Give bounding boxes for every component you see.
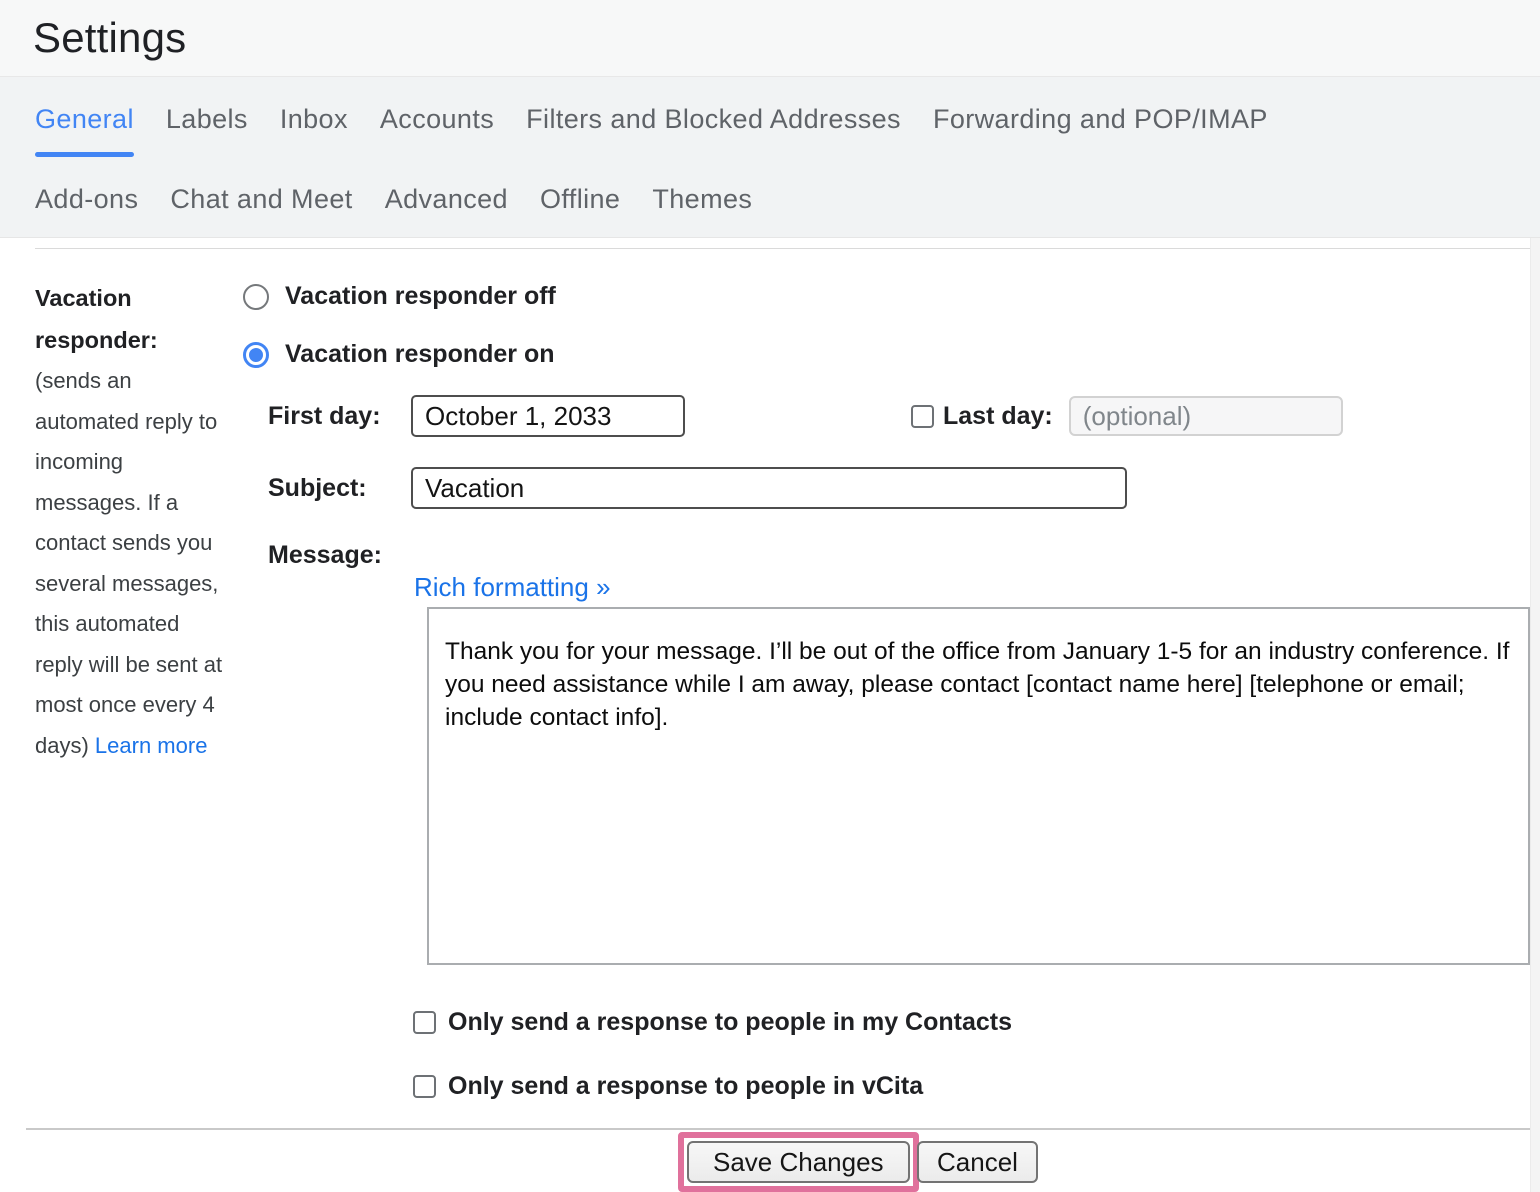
active-tab-underline [35,152,134,157]
tab-forwarding-pop-imap[interactable]: Forwarding and POP/IMAP [917,104,1284,135]
settings-tab-bar: General Labels Inbox Accounts Filters an… [0,77,1540,238]
vacation-responder-section: Vacation responder: (sends an automated … [0,238,1540,1192]
message-textarea[interactable]: Thank you for your message. I’ll be out … [427,607,1530,965]
last-day-row: Last day: [911,396,1343,436]
last-day-input[interactable] [1069,396,1343,436]
tab-themes[interactable]: Themes [636,184,768,215]
first-day-row: First day: [268,395,685,437]
cancel-button[interactable]: Cancel [917,1141,1038,1183]
save-button-highlight: Save Changes [678,1132,919,1192]
tab-inbox[interactable]: Inbox [264,104,364,135]
learn-more-link[interactable]: Learn more [95,726,208,767]
vcita-only-checkbox[interactable] [413,1075,436,1098]
vcita-only-label: Only send a response to people in vCita [448,1072,923,1101]
last-day-checkbox[interactable] [911,405,934,428]
first-day-label: First day: [268,402,411,431]
tab-accounts[interactable]: Accounts [364,104,510,135]
tab-general[interactable]: General [19,104,150,157]
radio-on-label: Vacation responder on [285,340,555,369]
radio-off-label: Vacation responder off [285,282,556,311]
first-day-input[interactable] [411,395,685,437]
settings-header: Settings [0,0,1540,77]
scrollbar-track[interactable] [1530,238,1540,1192]
tab-offline[interactable]: Offline [524,184,636,215]
vcita-only-option[interactable]: Only send a response to people in vCita [413,1072,923,1101]
subject-row: Subject: [268,467,1127,509]
message-label: Message: [268,541,382,570]
subject-label: Subject: [268,474,411,503]
vacation-responder-label: Vacation responder: [35,285,158,353]
vacation-responder-help-text: (sends an automated reply to incoming me… [35,368,222,758]
section-divider-top [35,248,1530,249]
tab-labels[interactable]: Labels [150,104,264,135]
vacation-responder-description: Vacation responder: (sends an automated … [35,278,225,766]
tab-add-ons[interactable]: Add-ons [19,184,154,215]
save-changes-button[interactable]: Save Changes [687,1141,910,1183]
footer-divider [26,1128,1530,1130]
contacts-only-option[interactable]: Only send a response to people in my Con… [413,1008,1012,1037]
tab-row-secondary: Add-ons Chat and Meet Advanced Offline T… [19,184,1540,215]
radio-on-icon[interactable] [243,342,269,368]
page-title: Settings [33,14,186,62]
contacts-only-label: Only send a response to people in my Con… [448,1008,1012,1037]
vacation-responder-on-option[interactable]: Vacation responder on [243,340,555,369]
tab-chat-and-meet[interactable]: Chat and Meet [154,184,368,215]
tab-filters-blocked-addresses[interactable]: Filters and Blocked Addresses [510,104,917,135]
radio-off-icon[interactable] [243,284,269,310]
vacation-responder-off-option[interactable]: Vacation responder off [243,282,556,311]
rich-formatting-link[interactable]: Rich formatting » [414,572,611,603]
tab-row-primary: General Labels Inbox Accounts Filters an… [19,104,1540,157]
last-day-label: Last day: [943,402,1053,431]
subject-input[interactable] [411,467,1127,509]
contacts-only-checkbox[interactable] [413,1011,436,1034]
tab-advanced[interactable]: Advanced [369,184,524,215]
